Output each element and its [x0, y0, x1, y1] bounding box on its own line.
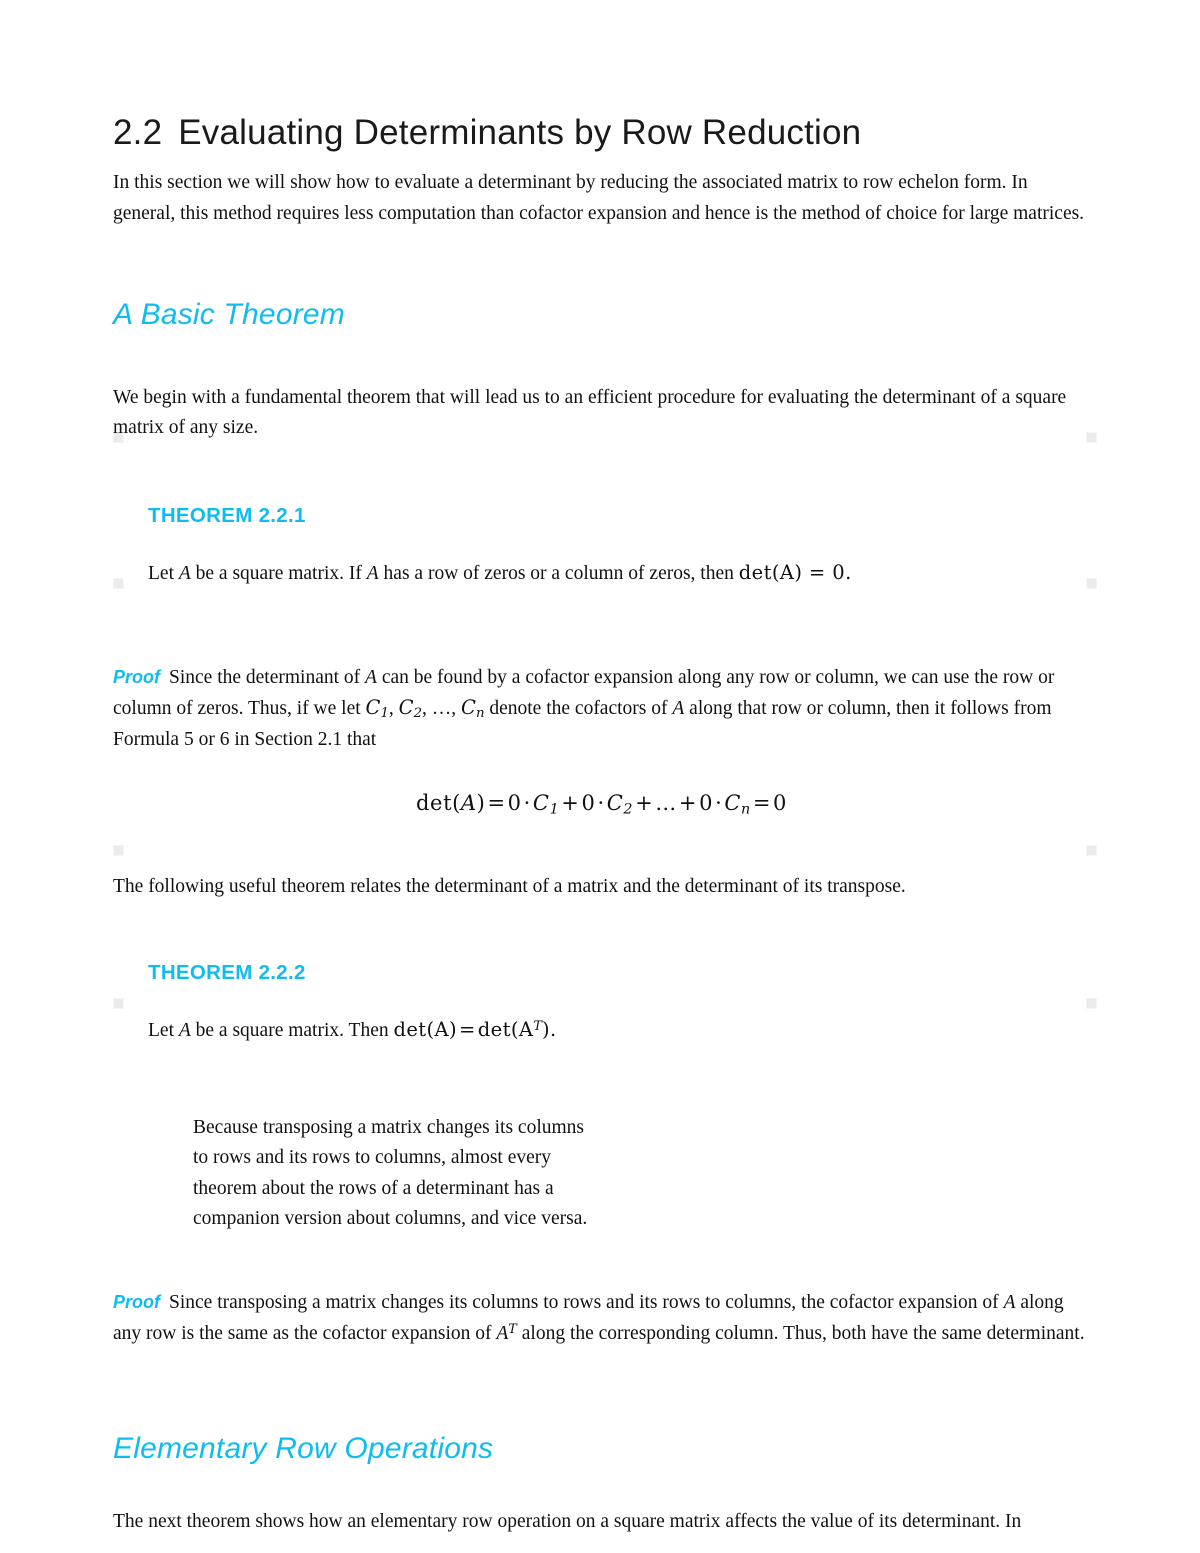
page-title: 2.2 Evaluating Determinants by Row Reduct…: [113, 0, 1090, 152]
proof-text-part: along the corresponding column. Thus, bo…: [516, 1322, 1085, 1344]
eq-operator-equals: =: [487, 790, 506, 815]
eq-cofactor: C: [606, 790, 624, 815]
proof-text-part: Since transposing a matrix changes its c…: [169, 1292, 1004, 1314]
theorem-label-2-2-1: THEOREM 2.2.1: [148, 503, 306, 527]
theorem-math-equals: =: [459, 1017, 476, 1041]
theorem-statement-2-2-1: Let A be a square matrix. If A has a row…: [148, 558, 1090, 588]
eq-cofactor-subscript: 1: [549, 801, 560, 818]
eq-cofactor-subscript: n: [741, 801, 751, 818]
proof-text-part: Since the determinant of: [169, 667, 366, 689]
intro-paragraph: In this section we will show how to eval…: [113, 172, 1085, 224]
eq-variable-a: A: [460, 790, 477, 815]
eq-zero: 0: [507, 790, 522, 815]
matrix-variable-a: A: [178, 1019, 191, 1041]
elementary-row-operations-lead-paragraph: The next theorem shows how an elementary…: [113, 1511, 1022, 1533]
theorem-statement-2-2-2: Let A be a square matrix. Then det(A) = de…: [148, 1015, 1090, 1045]
theorem-math-close: ).: [541, 1017, 557, 1041]
proof-label: Proof: [113, 1292, 160, 1313]
eq-ellipsis: …: [655, 790, 677, 815]
theorem-label-2-2-2: THEOREM 2.2.2: [148, 960, 306, 984]
eq-part: det(: [416, 790, 461, 815]
matrix-variable-a: A: [178, 562, 191, 584]
cofactor-symbol: C: [365, 696, 381, 720]
eq-operator-dot: ·: [523, 790, 531, 815]
eq-operator-dot: ·: [715, 790, 723, 815]
proof-paragraph-2: Proof Since transposing a matrix changes …: [113, 1288, 1090, 1349]
eq-cofactor: C: [532, 790, 550, 815]
eq-zero: 0: [699, 790, 714, 815]
theorem-block-2-2-1: THEOREM 2.2.1 Let A be a square matrix. …: [148, 504, 1090, 588]
basic-theorem-lead-paragraph: We begin with a fundamental theorem that…: [113, 387, 1067, 439]
eq-operator-plus: +: [561, 790, 580, 815]
theorem-block-2-2-2: THEOREM 2.2.2 Let A be a square matrix. …: [148, 961, 1090, 1045]
theorem-text-part: Let: [148, 562, 179, 584]
section-title-text: Evaluating Determinants by Row Reduction: [178, 113, 862, 152]
section-number: 2.2: [113, 113, 163, 152]
display-equation-cofactor-expansion: det(A)=0·C1+0·C2+…+0·Cn=0: [113, 791, 1090, 817]
theorem-math-expression: det(A) = 0.: [738, 560, 852, 584]
margin-note: Because transposing a matrix changes its…: [193, 1116, 588, 1230]
eq-cofactor-subscript: 2: [623, 801, 634, 818]
theorem-text-part: has a row of zeros or a column of zeros,…: [378, 562, 739, 584]
cofactor-symbol: C: [461, 696, 476, 720]
transpose-superscript: T: [533, 1018, 542, 1034]
document-content: 2.2 Evaluating Determinants by Row Reduct…: [113, 0, 1090, 1538]
eq-result: 0: [773, 790, 787, 815]
proof-label: Proof: [113, 667, 160, 688]
theorem-text-part: be a square matrix. Then: [190, 1019, 394, 1041]
eq-operator-plus: +: [635, 790, 654, 815]
matrix-variable-a: A: [365, 667, 377, 689]
eq-operator-dot: ·: [597, 790, 605, 815]
transpose-superscript: T: [508, 1321, 517, 1337]
separator: ,: [388, 698, 399, 720]
transition-paragraph: The following useful theorem relates the…: [113, 876, 906, 898]
matrix-variable-a: A: [672, 698, 685, 720]
matrix-variable-a: A: [1003, 1292, 1016, 1314]
proof-text-part: denote the cofactors of: [484, 698, 673, 720]
document-page: 2.2 Evaluating Determinants by Row Reduct…: [0, 0, 1200, 1553]
theorem-math-det-a: det(A): [393, 1017, 458, 1041]
eq-operator-equals: =: [752, 790, 772, 815]
section-heading-a-basic-theorem: A Basic Theorem: [113, 298, 345, 331]
theorem-text-part: Let: [148, 1019, 179, 1041]
eq-zero: 0: [581, 790, 596, 815]
matrix-variable-a: A: [366, 562, 379, 584]
section-heading-elementary-row-operations: Elementary Row Operations: [113, 1432, 494, 1466]
theorem-text-part: be a square matrix. If: [190, 562, 367, 584]
eq-operator-plus: +: [678, 790, 698, 815]
eq-cofactor: C: [724, 790, 742, 815]
matrix-variable-a: A: [496, 1322, 509, 1344]
theorem-math-det-at: det(A: [477, 1017, 534, 1041]
separator: , …,: [422, 698, 462, 720]
cofactor-subscript: 1: [380, 706, 389, 722]
cofactor-subscript: 2: [413, 706, 423, 722]
cofactor-symbol: C: [398, 696, 414, 720]
proof-paragraph-1: Proof Since the determinant of A can be f…: [113, 663, 1090, 756]
